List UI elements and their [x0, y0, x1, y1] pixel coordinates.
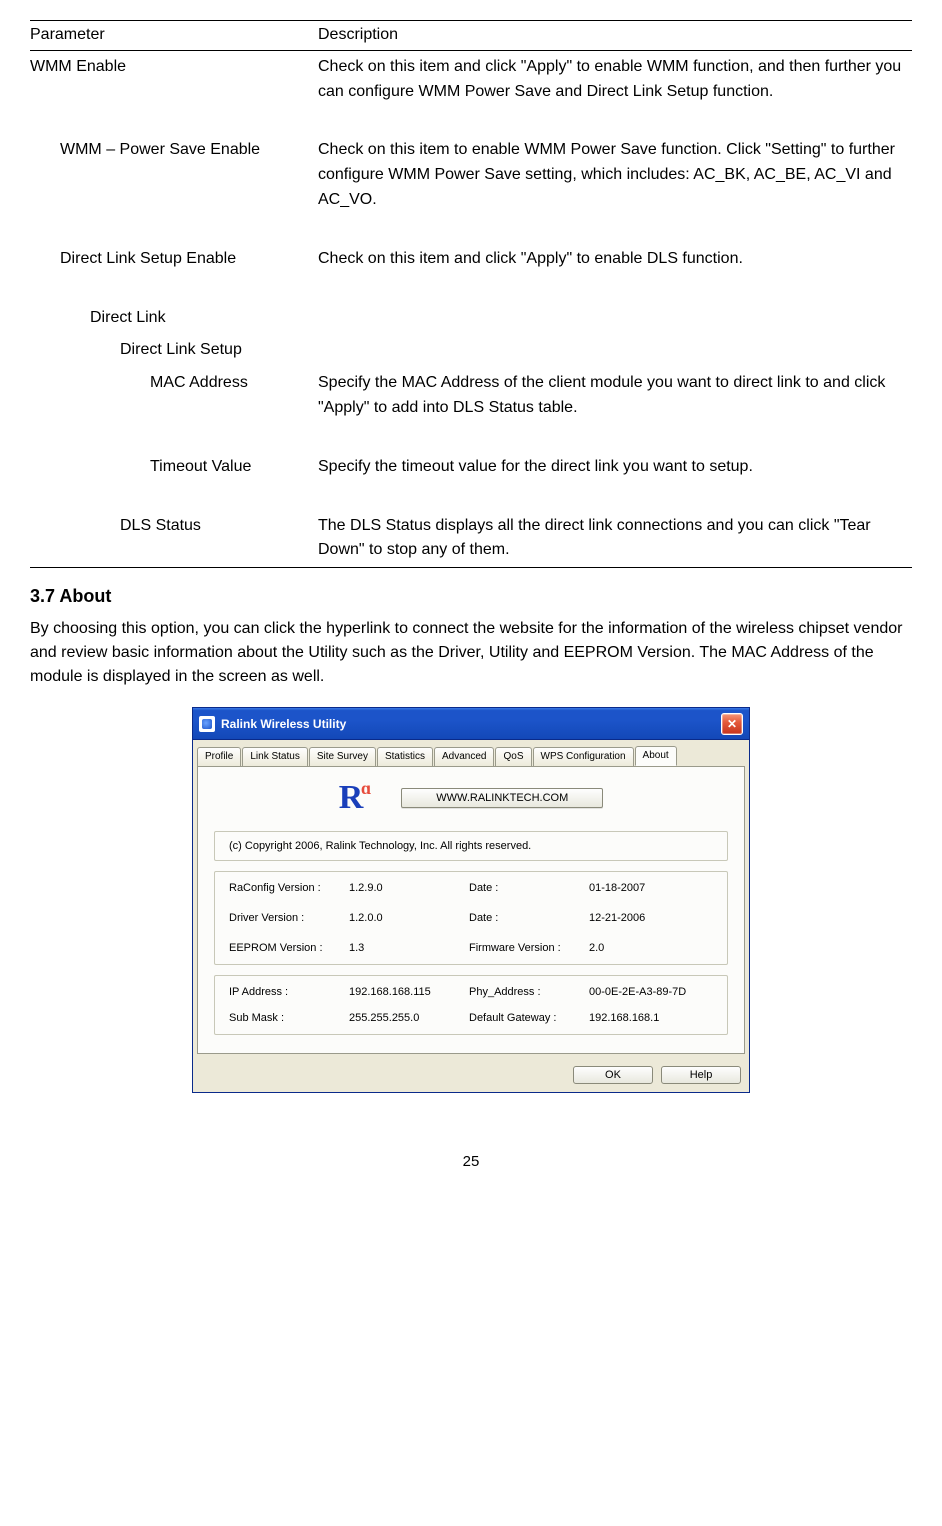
param-desc [318, 334, 912, 367]
versions-box: RaConfig Version : 1.2.9.0 Date : 01-18-… [214, 871, 728, 965]
default-gateway-label: Default Gateway : [469, 1012, 589, 1024]
ip-address-value: 192.168.168.115 [349, 986, 469, 998]
page-number: 25 [30, 1153, 912, 1170]
raconfig-version-value: 1.2.9.0 [349, 882, 469, 894]
table-row: DLS Status The DLS Status displays all th… [30, 510, 912, 568]
eeprom-version-label: EEPROM Version : [229, 942, 349, 954]
help-button[interactable]: Help [661, 1066, 741, 1084]
param-label: MAC Address [30, 371, 310, 396]
parameter-table: Parameter Description WMM EnableCheck on… [30, 20, 912, 568]
titlebar: Ralink Wireless Utility ✕ [193, 708, 749, 740]
phy-address-value: 00-0E-2E-A3-89-7D [589, 986, 713, 998]
raconfig-date-value: 01-18-2007 [589, 882, 713, 894]
section-heading: 3.7 About [30, 586, 912, 607]
raconfig-date-label: Date : [469, 882, 589, 894]
param-desc: The DLS Status displays all the direct l… [318, 510, 912, 568]
default-gateway-value: 192.168.168.1 [589, 1012, 713, 1024]
raconfig-version-label: RaConfig Version : [229, 882, 349, 894]
app-icon [199, 716, 215, 732]
sub-mask-label: Sub Mask : [229, 1012, 349, 1024]
network-box: IP Address : 192.168.168.115 Phy_Address… [214, 975, 728, 1035]
about-panel: Rɑ WWW.RALINKTECH.COM (c) Copyright 2006… [197, 766, 745, 1054]
website-button[interactable]: WWW.RALINKTECH.COM [401, 788, 603, 808]
table-row: WMM – Power Save Enable Check on this ite… [30, 134, 912, 216]
tab-wps[interactable]: WPS Configuration [533, 747, 634, 767]
tabs-strip: Profile Link Status Site Survey Statisti… [193, 740, 749, 766]
table-row: Timeout Value Specify the timeout value f… [30, 451, 912, 484]
param-label: DLS Status [30, 514, 310, 539]
table-row: Direct Link Setup Enable Check on this it… [30, 243, 912, 276]
logo-swirl-icon: ɑ [361, 779, 371, 797]
driver-version-label: Driver Version : [229, 912, 349, 924]
phy-address-label: Phy_Address : [469, 986, 589, 998]
button-bar: OK Help [193, 1060, 749, 1092]
ip-address-label: IP Address : [229, 986, 349, 998]
table-row: Direct Link [30, 302, 912, 335]
tab-about[interactable]: About [635, 746, 677, 766]
close-icon: ✕ [727, 717, 737, 731]
driver-date-label: Date : [469, 912, 589, 924]
param-label: WMM Enable [30, 50, 318, 108]
param-label: Direct Link [30, 306, 310, 331]
param-desc: Specify the timeout value for the direct… [318, 451, 912, 484]
firmware-version-value: 2.0 [589, 942, 713, 954]
table-header-description: Description [318, 21, 912, 51]
section-body: By choosing this option, you can click t… [30, 617, 912, 689]
param-desc: Specify the MAC Address of the client mo… [318, 367, 912, 425]
close-button[interactable]: ✕ [721, 713, 743, 735]
param-label: Timeout Value [30, 455, 310, 480]
param-desc: Check on this item and click "Apply" to … [318, 243, 912, 276]
param-desc [318, 302, 912, 335]
tab-site-survey[interactable]: Site Survey [309, 747, 376, 767]
param-desc: Check on this item and click "Apply" to … [318, 50, 912, 108]
param-label: Direct Link Setup Enable [30, 247, 310, 272]
tab-statistics[interactable]: Statistics [377, 747, 433, 767]
table-row: WMM EnableCheck on this item and click "… [30, 50, 912, 108]
table-header-parameter: Parameter [30, 21, 318, 51]
eeprom-version-value: 1.3 [349, 942, 469, 954]
copyright-box: (c) Copyright 2006, Ralink Technology, I… [214, 831, 728, 861]
sub-mask-value: 255.255.255.0 [349, 1012, 469, 1024]
tab-profile[interactable]: Profile [197, 747, 241, 767]
table-row: Direct Link Setup [30, 334, 912, 367]
utility-window: Ralink Wireless Utility ✕ Profile Link S… [192, 707, 750, 1093]
driver-version-value: 1.2.0.0 [349, 912, 469, 924]
copyright-text: (c) Copyright 2006, Ralink Technology, I… [229, 840, 531, 852]
table-row: MAC Address Specify the MAC Address of th… [30, 367, 912, 425]
param-label: Direct Link Setup [30, 338, 310, 363]
tab-qos[interactable]: QoS [495, 747, 531, 767]
firmware-version-label: Firmware Version : [469, 942, 589, 954]
ok-button[interactable]: OK [573, 1066, 653, 1084]
param-label: WMM – Power Save Enable [30, 138, 310, 163]
tab-advanced[interactable]: Advanced [434, 747, 494, 767]
param-desc: Check on this item to enable WMM Power S… [318, 134, 912, 216]
ralink-logo: Rɑ [339, 781, 364, 815]
driver-date-value: 12-21-2006 [589, 912, 713, 924]
window-title: Ralink Wireless Utility [221, 717, 721, 731]
tab-link-status[interactable]: Link Status [242, 747, 307, 767]
